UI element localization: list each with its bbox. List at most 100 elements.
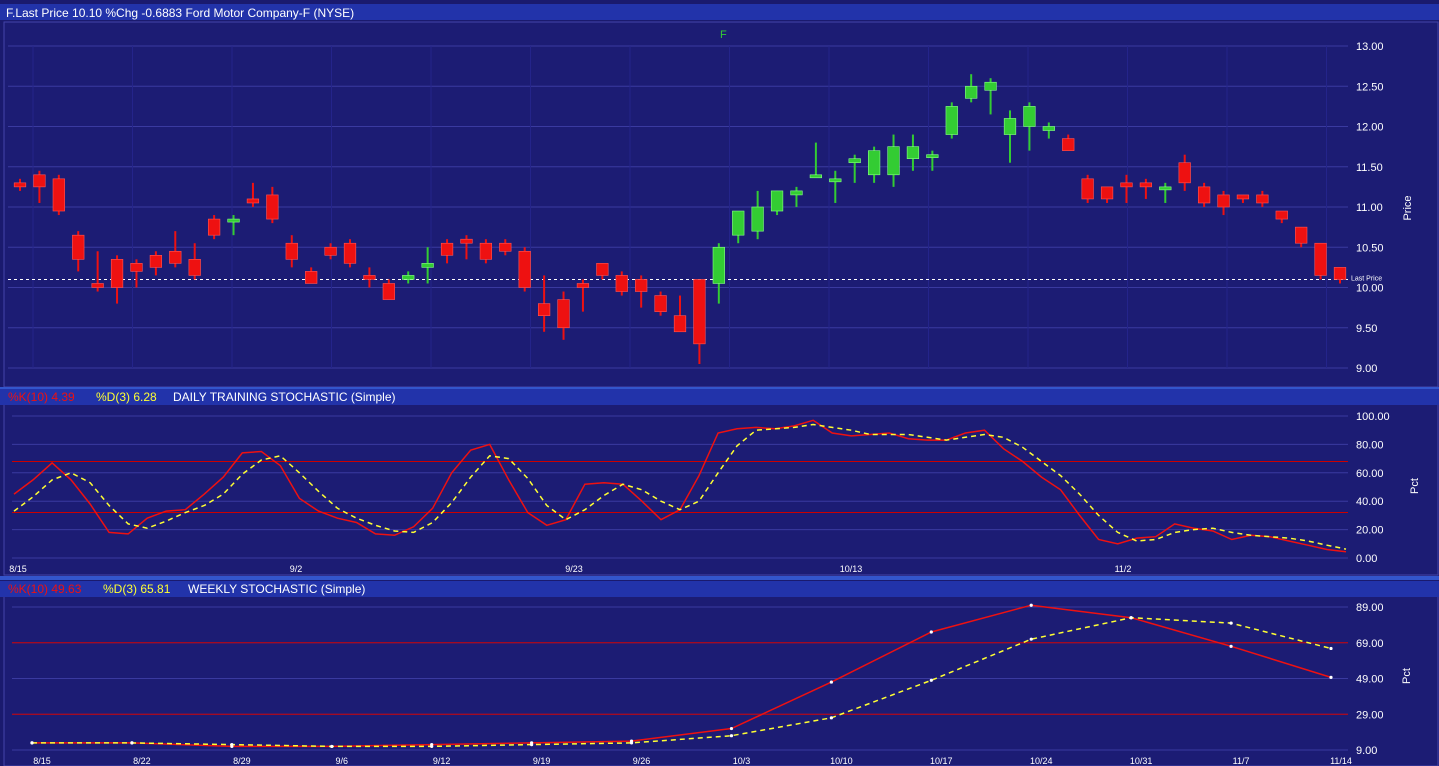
daily-axis-title: Pct [1409,478,1421,494]
candle-body [1139,182,1153,188]
candle-body [169,250,182,264]
price-header-text: F.Last Price 10.10 %Chg -0.6883 Ford Mot… [6,6,354,20]
candle-body [809,174,823,179]
price-axis-title: Price [1402,195,1414,220]
candle-body [1295,226,1308,244]
daily-x-tick-label: 11/2 [1115,564,1132,574]
candle-body [382,283,395,300]
candle-body [363,275,376,280]
candle-body [1217,194,1230,208]
weekly-tick-label: 89.00 [1356,602,1384,614]
price-tick-label: 10.00 [1356,283,1384,295]
candle-body [1236,194,1250,200]
candle-body [33,174,46,188]
price-tick-label: 10.50 [1356,242,1384,254]
weekly-title: WEEKLY STOCHASTIC (Simple) [188,582,365,596]
weekly-data-point [1329,646,1333,651]
chart-canvas: F.Last Price 10.10 %Chg -0.6883 Ford Mot… [0,0,1439,766]
candle-body [732,210,745,236]
daily-title: DAILY TRAINING STOCHASTIC (Simple) [173,390,396,404]
candle-body [1256,194,1269,204]
candle-body [1100,186,1114,200]
candle-body [1081,178,1094,200]
candle-body [285,242,298,260]
weekly-tick-label: 49.00 [1356,674,1384,686]
candle-body [751,206,764,232]
candle-body [1062,138,1075,151]
weekly-k-label: %K(10) 49.63 [8,582,82,596]
weekly-tick-label: 69.00 [1356,638,1384,650]
candle-body [926,154,939,158]
candle-body [72,234,85,260]
weekly-data-point [1229,621,1233,625]
weekly-x-tick-label: 8/15 [33,756,51,766]
daily-x-tick-label: 8/15 [9,564,27,574]
candle-body [790,190,803,196]
candle-body [402,275,415,280]
candle-body [537,303,551,316]
candle-body [906,146,920,159]
candle-body [712,246,725,284]
weekly-x-tick-label: 8/22 [133,756,151,766]
weekly-tick-label: 29.00 [1356,709,1384,721]
candle-body [305,271,318,284]
weekly-x-tick-label: 10/3 [733,756,751,766]
price-tick-label: 13.00 [1356,41,1384,53]
price-tick-label: 11.50 [1356,162,1383,174]
candle-body [615,275,628,292]
daily-tick-label: 60.00 [1356,468,1384,480]
candle-body [1159,186,1172,191]
candle-body [770,190,784,212]
weekly-x-tick-label: 9/19 [533,756,551,766]
weekly-data-point [530,743,534,747]
candle-body [1042,126,1055,131]
weekly-data-point [829,716,833,720]
weekly-data-point [1329,675,1333,679]
stock-chart-window: F.Last Price 10.10 %Chg -0.6883 Ford Mot… [0,0,1439,766]
weekly-data-point [230,743,234,747]
candle-body [246,198,260,204]
daily-x-tick-label: 9/23 [565,564,583,574]
candle-body [984,81,997,91]
weekly-axis-title: Pct [1401,668,1413,684]
candle-body [440,242,454,256]
candle-body [635,279,648,292]
weekly-data-point [330,744,334,749]
daily-x-tick-label: 9/2 [290,564,303,574]
daily-tick-label: 40.00 [1356,496,1384,508]
candle-body [343,242,357,264]
weekly-x-tick-label: 8/29 [233,756,251,766]
candle-body [460,238,473,244]
candle-body [1333,267,1347,280]
symbol-label: F [720,29,727,41]
weekly-d-label: %D(3) 65.81 [103,582,171,596]
daily-tick-label: 0.00 [1356,553,1377,565]
candle-body [1120,182,1133,188]
weekly-x-tick-label: 10/24 [1030,756,1053,766]
candle-body [1314,242,1327,276]
daily-tick-label: 20.00 [1356,525,1384,537]
weekly-data-point [430,744,434,749]
candle-body [52,178,65,212]
candle-body [887,146,900,176]
candle-body [596,263,609,276]
weekly-data-point [629,741,634,745]
candle-body [149,255,163,268]
candle-body [867,150,881,176]
daily-tick-label: 100.00 [1356,411,1390,423]
candle-body [421,263,434,268]
weekly-x-tick-label: 10/10 [830,756,853,766]
price-tick-label: 9.00 [1356,363,1377,375]
last-price-label: Last Price [1351,275,1382,282]
candle-body [673,315,687,333]
candle-body [1003,118,1017,135]
weekly-data-point [1029,637,1033,641]
candle-body [266,194,279,220]
price-tick-label: 9.50 [1356,323,1377,335]
candle-body [188,259,201,276]
weekly-data-point [929,678,933,682]
weekly-data-point [130,741,134,745]
candle-body [207,218,221,236]
weekly-data-point [729,726,734,731]
price-tick-label: 11.00 [1356,202,1383,214]
